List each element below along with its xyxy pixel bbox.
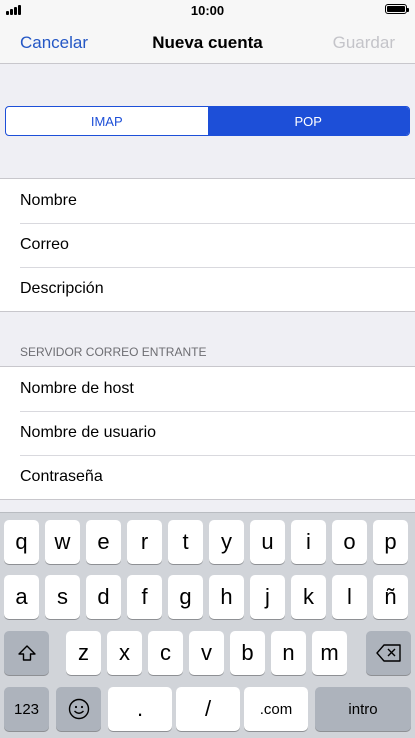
- key-a[interactable]: a: [4, 575, 39, 619]
- key-f[interactable]: f: [127, 575, 162, 619]
- key-n[interactable]: n: [271, 631, 306, 675]
- key-z[interactable]: z: [66, 631, 101, 675]
- delete-key[interactable]: [366, 631, 411, 675]
- segment-pop[interactable]: POP: [207, 107, 409, 135]
- key-e[interactable]: e: [86, 520, 121, 564]
- numbers-key[interactable]: 123: [4, 687, 49, 731]
- emoji-key[interactable]: [56, 687, 101, 731]
- key-p[interactable]: p: [373, 520, 408, 564]
- key-w[interactable]: w: [45, 520, 80, 564]
- battery-icon: [385, 4, 409, 14]
- navigation-bar: Cancelar Nueva cuenta Guardar: [0, 20, 415, 64]
- key-s[interactable]: s: [45, 575, 80, 619]
- shift-icon: [17, 645, 36, 661]
- key-j[interactable]: j: [250, 575, 285, 619]
- key-q[interactable]: q: [4, 520, 39, 564]
- status-bar: 10:00: [0, 0, 415, 20]
- key-u[interactable]: u: [250, 520, 285, 564]
- key-o[interactable]: o: [332, 520, 367, 564]
- email-field[interactable]: Correo: [0, 223, 415, 267]
- key-v[interactable]: v: [189, 631, 224, 675]
- key-b[interactable]: b: [230, 631, 265, 675]
- incoming-server-group: Nombre de host Nombre de usuario Contras…: [0, 366, 415, 500]
- keyboard: q w e r t y u i o p a s d f g h j k l ñ …: [0, 512, 415, 738]
- key-h[interactable]: h: [209, 575, 244, 619]
- account-fields-group: Nombre Correo Descripción: [0, 178, 415, 312]
- key-m[interactable]: m: [312, 631, 347, 675]
- emoji-icon: [68, 698, 89, 720]
- key-x[interactable]: x: [107, 631, 142, 675]
- key-k[interactable]: k: [291, 575, 326, 619]
- key-enye[interactable]: ñ: [373, 575, 408, 619]
- dotcom-key[interactable]: .com: [244, 687, 308, 731]
- delete-icon: [375, 644, 401, 662]
- username-field[interactable]: Nombre de usuario: [0, 411, 415, 455]
- hostname-field[interactable]: Nombre de host: [0, 367, 415, 411]
- name-field[interactable]: Nombre: [0, 179, 415, 223]
- slash-key[interactable]: /: [176, 687, 240, 731]
- segment-imap[interactable]: IMAP: [6, 107, 208, 135]
- save-button[interactable]: Guardar: [333, 33, 395, 53]
- enter-key[interactable]: intro: [315, 687, 411, 731]
- key-l[interactable]: l: [332, 575, 367, 619]
- status-time: 10:00: [190, 3, 225, 18]
- key-d[interactable]: d: [86, 575, 121, 619]
- shift-key[interactable]: [4, 631, 49, 675]
- key-r[interactable]: r: [127, 520, 162, 564]
- key-c[interactable]: c: [148, 631, 183, 675]
- key-g[interactable]: g: [168, 575, 203, 619]
- key-t[interactable]: t: [168, 520, 203, 564]
- key-i[interactable]: i: [291, 520, 326, 564]
- description-field[interactable]: Descripción: [0, 267, 415, 311]
- period-key[interactable]: .: [108, 687, 172, 731]
- key-y[interactable]: y: [209, 520, 244, 564]
- password-field[interactable]: Contraseña: [0, 455, 415, 499]
- protocol-segmented-control: IMAP POP: [5, 106, 410, 136]
- incoming-server-header: SERVIDOR CORREO ENTRANTE: [20, 345, 207, 359]
